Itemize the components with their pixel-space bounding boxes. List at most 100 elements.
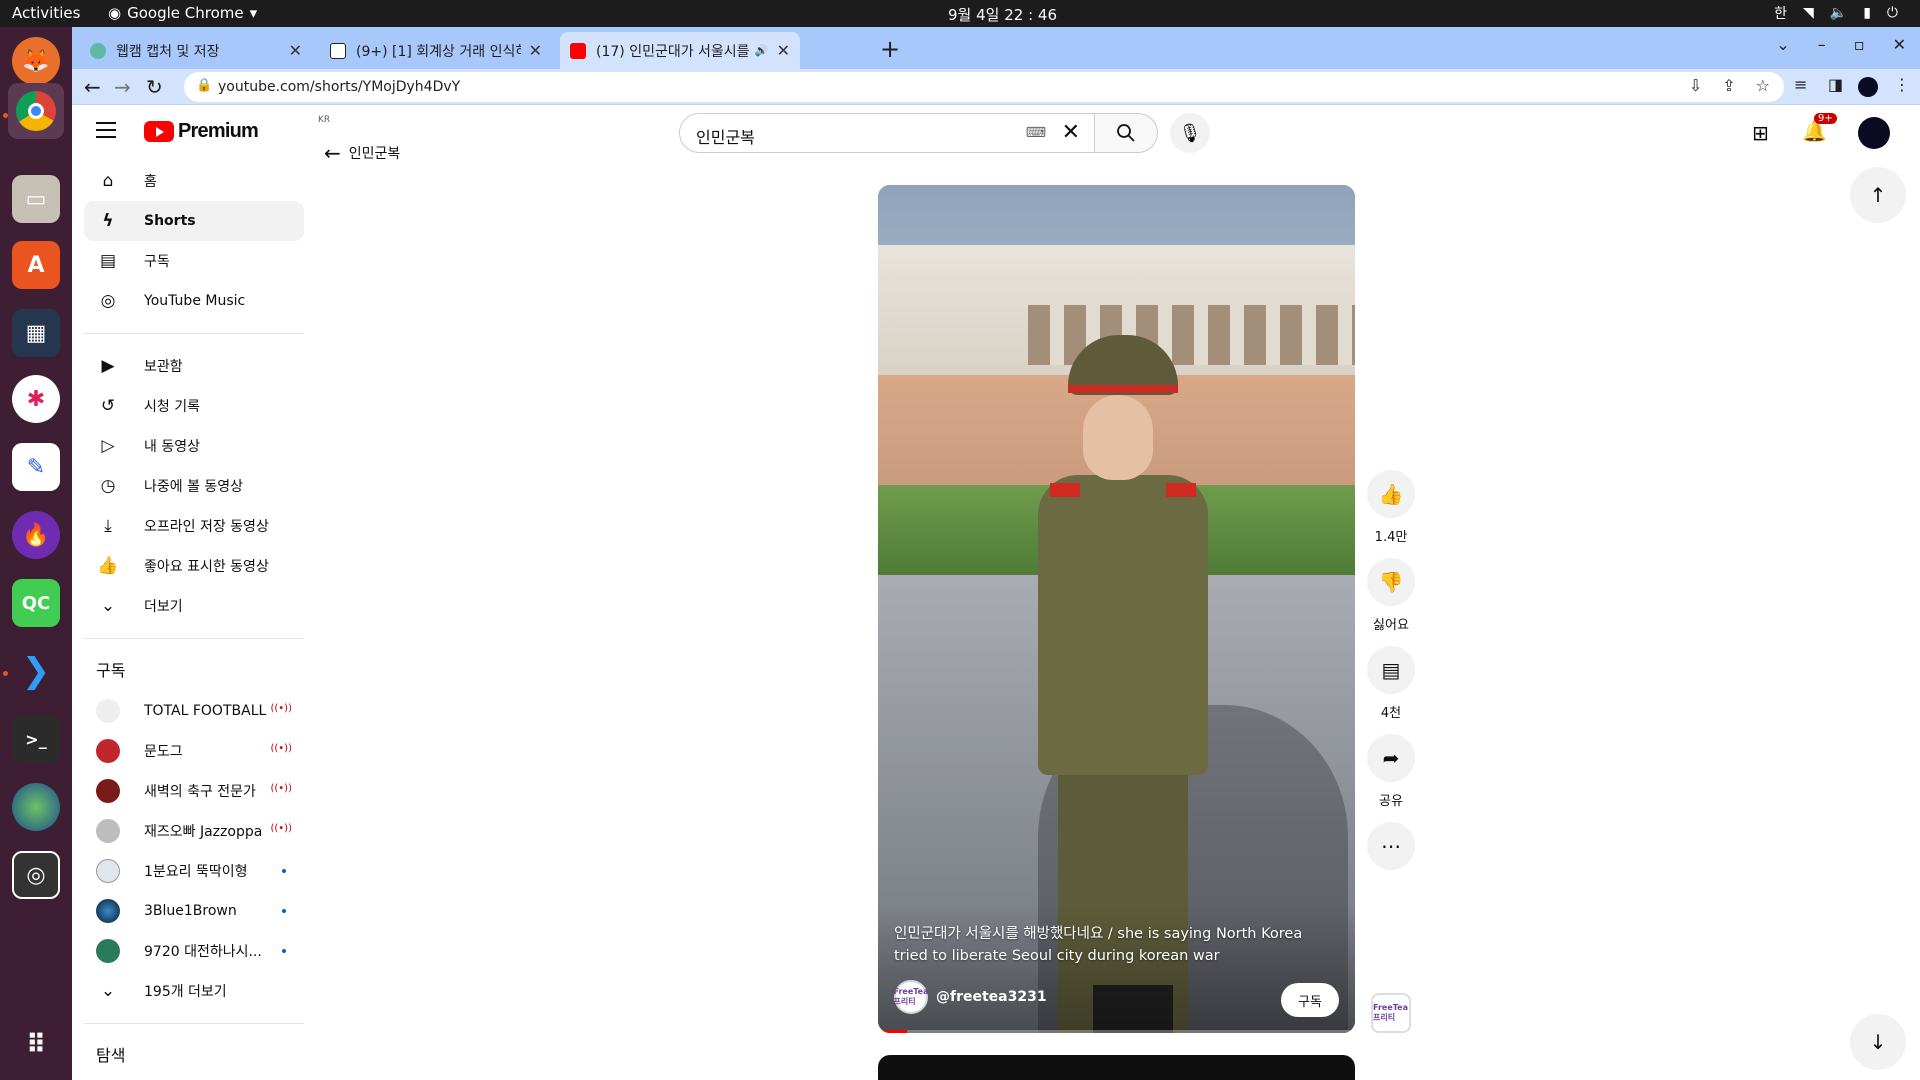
files-icon[interactable]: ▭ (12, 175, 60, 223)
search-query[interactable]: 인민군복 (696, 124, 755, 148)
sidebar-item-liked[interactable]: 👍 좋아요 표시한 동영상 (84, 546, 304, 586)
globe-app-icon[interactable] (12, 783, 60, 831)
chrome-dock-icon[interactable] (8, 83, 64, 139)
media-control-icon[interactable]: ≡ (1794, 75, 1807, 94)
keyboard-icon[interactable]: ⌨ (1026, 125, 1046, 141)
show-apps-icon[interactable]: ⠿ (12, 1021, 60, 1069)
subscribe-button[interactable]: 구독 (1281, 983, 1339, 1017)
my-videos-icon: ▷ (101, 436, 115, 456)
forward-arrow-icon[interactable]: → (114, 75, 131, 99)
account-avatar[interactable] (1858, 117, 1890, 149)
dislike-action[interactable]: 👎 싫어요 (1367, 558, 1415, 633)
maximize-icon[interactable]: ▫ (1854, 35, 1865, 54)
sidebar-item-label: 오프라인 저장 동영상 (144, 519, 269, 535)
audio-playing-icon[interactable]: 🔊 (755, 44, 769, 57)
close-icon[interactable]: ✕ (777, 41, 790, 60)
vscode-icon[interactable]: ❯ (12, 647, 60, 695)
sidebar-channel-item[interactable]: 문도그 ((•)) (84, 731, 304, 771)
previous-short-button[interactable]: ↑ (1850, 167, 1906, 223)
terminal-grid-icon[interactable]: ▦ (12, 309, 60, 357)
shorts-player[interactable]: 인민군대가 서울시를 해방했다네요 / she is saying North … (878, 185, 1355, 1033)
side-panel-icon[interactable]: ◨ (1828, 75, 1843, 94)
sidebar-item-more-subscriptions[interactable]: ⌄ 195개 더보기 (84, 971, 304, 1011)
system-tray[interactable]: 한 ◥ 🔈 ▮ ⏻ (1774, 3, 1898, 23)
clear-search-icon[interactable]: ✕ (1062, 120, 1080, 145)
sidebar-item-show-more[interactable]: ⌄ 더보기 (84, 586, 304, 626)
sidebar-channel-item[interactable]: TOTAL FOOTBALL ((•)) (84, 691, 304, 731)
sidebar-item-history[interactable]: ↺ 시청 기록 (84, 386, 304, 426)
live-icon: ((•)) (270, 743, 292, 754)
thumbs-up-icon[interactable]: 👍 (1367, 470, 1415, 518)
text-editor-icon[interactable]: ✎ (12, 443, 60, 491)
sidebar-item-my-videos[interactable]: ▷ 내 동영상 (84, 426, 304, 466)
chrome-menu-icon[interactable]: ⋮ (1894, 75, 1910, 94)
share-arrow-icon[interactable]: ➦ (1367, 734, 1415, 782)
share-icon[interactable]: ⇪ (1722, 76, 1735, 95)
close-window-icon[interactable]: ✕ (1893, 35, 1906, 54)
sidebar-channel-item[interactable]: 3Blue1Brown (84, 891, 304, 931)
channel-info[interactable]: FreeTea 프리티 @freetea3231 (894, 980, 1047, 1014)
sidebar-channel-item[interactable]: 9720 대전하나시... (84, 931, 304, 971)
app-menu[interactable]: ◉ Google Chrome ▾ (108, 4, 257, 22)
sidebar-item-downloads[interactable]: ⤓ 오프라인 저장 동영상 (84, 506, 304, 546)
tab-youtube[interactable]: (17) 인민군대가 서울시를 🔊 ✕ (560, 32, 800, 69)
tab-notion[interactable]: (9+) [1] 회계상 거래 인식하기 ✕ (320, 32, 552, 69)
new-tab-button[interactable]: + (880, 35, 900, 63)
sidebar-item-shorts[interactable]: ϟ Shorts (84, 201, 304, 241)
more-action[interactable]: ⋯ (1367, 822, 1415, 870)
app-center-icon[interactable]: A (12, 241, 60, 289)
video-progress-bar[interactable] (878, 1030, 1355, 1033)
close-icon[interactable]: ✕ (529, 41, 542, 60)
comments-action[interactable]: ▤ 4천 (1367, 646, 1415, 721)
share-action[interactable]: ➦ 공유 (1367, 734, 1415, 809)
firefox-dev-icon[interactable]: 🔥 (12, 511, 60, 559)
close-icon[interactable]: ✕ (289, 41, 302, 60)
sound-channel-avatar[interactable]: FreeTea 프리티 (1371, 993, 1411, 1033)
youtube-page: Premium KR 인민군복 ⌨ ✕ 🎙 ⊞ 🔔 9+ ⌂ 홈 ϟ Shorts … (72, 105, 1920, 1080)
back-to-search-button[interactable]: ← 인민군복 (324, 141, 400, 165)
like-action[interactable]: 👍 1.4만 (1367, 470, 1415, 545)
notifications-button[interactable]: 🔔 9+ (1802, 113, 1837, 143)
more-options-icon[interactable]: ⋯ (1367, 822, 1415, 870)
sidebar-item-music[interactable]: ◎ YouTube Music (84, 281, 304, 321)
slack-icon[interactable]: ✱ (12, 375, 60, 423)
sidebar-item-subscriptions[interactable]: ▤ 구독 (84, 241, 304, 281)
sidebar-channel-item[interactable]: 재즈오빠 Jazzoppa ((•)) (84, 811, 304, 851)
install-icon[interactable]: ⇩ (1689, 76, 1702, 95)
camera-icon[interactable]: ◎ (12, 851, 60, 899)
hamburger-menu-icon[interactable] (96, 122, 116, 138)
url-text[interactable]: youtube.com/shorts/YMojDyh4DvY (218, 79, 460, 95)
back-arrow-icon[interactable]: ← (84, 75, 101, 99)
search-input[interactable]: 인민군복 ⌨ ✕ (679, 113, 1095, 153)
create-video-icon[interactable]: ⊞ (1752, 121, 1769, 145)
profile-avatar[interactable] (1858, 77, 1878, 97)
thumbs-down-icon[interactable]: 👎 (1367, 558, 1415, 606)
search-button[interactable] (1094, 113, 1158, 153)
clock[interactable]: 9월 4일 22 : 46 (948, 4, 1057, 25)
qt-creator-icon[interactable]: QC (12, 579, 60, 627)
terminal-icon[interactable]: >_ (12, 715, 60, 763)
minimize-icon[interactable]: – (1818, 35, 1826, 54)
arrow-up-icon: ↑ (1869, 183, 1887, 207)
tab-search-icon[interactable]: ⌄ (1776, 35, 1789, 54)
sidebar-item-watch-later[interactable]: ◷ 나중에 볼 동영상 (84, 466, 304, 506)
sidebar-channel-item[interactable]: 1분요리 뚝딱이형 (84, 851, 304, 891)
activities-button[interactable]: Activities (12, 4, 80, 22)
firefox-icon[interactable]: 🦊 (12, 37, 60, 85)
youtube-premium-logo[interactable]: Premium KR (144, 115, 330, 143)
reload-icon[interactable]: ↻ (146, 75, 163, 99)
bookmark-star-icon[interactable]: ☆ (1756, 76, 1770, 95)
next-short-preview[interactable] (878, 1055, 1355, 1080)
address-bar[interactable]: 🔒 youtube.com/shorts/YMojDyh4DvY ⇩ ⇪ ☆ (184, 72, 1784, 102)
tab-webcam[interactable]: 웹캠 캡처 및 저장 ✕ (80, 32, 312, 69)
voice-search-button[interactable]: 🎙 (1170, 113, 1210, 153)
next-short-button[interactable]: ↓ (1850, 1014, 1906, 1070)
lock-icon[interactable]: 🔒 (196, 78, 212, 93)
sidebar-item-library[interactable]: ▶ 보관함 (84, 346, 304, 386)
sidebar-item-home[interactable]: ⌂ 홈 (84, 161, 304, 201)
channel-handle[interactable]: @freetea3231 (936, 989, 1047, 1005)
comment-icon[interactable]: ▤ (1367, 646, 1415, 694)
channel-avatar[interactable]: FreeTea 프리티 (894, 980, 928, 1014)
sidebar-channel-item[interactable]: 새벽의 축구 전문가 ((•)) (84, 771, 304, 811)
input-method-indicator[interactable]: 한 (1774, 3, 1787, 23)
